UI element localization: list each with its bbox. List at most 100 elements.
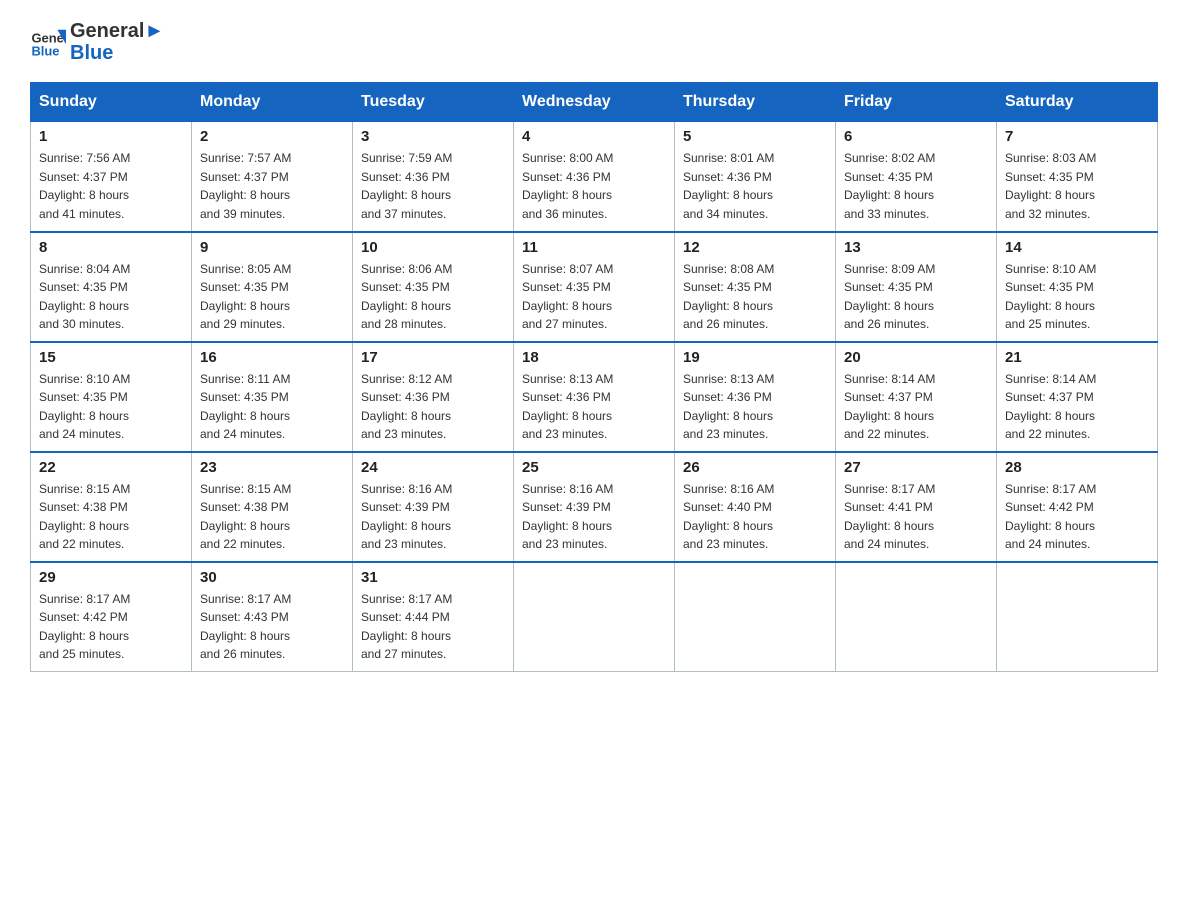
col-header-thursday: Thursday [675, 83, 836, 122]
day-info: Sunrise: 8:10 AMSunset: 4:35 PMDaylight:… [1005, 260, 1149, 334]
day-number: 29 [39, 569, 183, 586]
day-info: Sunrise: 8:10 AMSunset: 4:35 PMDaylight:… [39, 370, 183, 444]
calendar-cell [514, 562, 675, 672]
day-number: 22 [39, 459, 183, 476]
day-info: Sunrise: 8:13 AMSunset: 4:36 PMDaylight:… [683, 370, 827, 444]
calendar-cell [836, 562, 997, 672]
calendar-cell: 28 Sunrise: 8:17 AMSunset: 4:42 PMDaylig… [997, 452, 1158, 562]
day-info: Sunrise: 8:17 AMSunset: 4:42 PMDaylight:… [1005, 480, 1149, 554]
day-info: Sunrise: 8:12 AMSunset: 4:36 PMDaylight:… [361, 370, 505, 444]
calendar-cell: 19 Sunrise: 8:13 AMSunset: 4:36 PMDaylig… [675, 342, 836, 452]
day-number: 3 [361, 128, 505, 145]
calendar-cell: 2 Sunrise: 7:57 AMSunset: 4:37 PMDayligh… [192, 122, 353, 232]
day-number: 25 [522, 459, 666, 476]
day-info: Sunrise: 8:02 AMSunset: 4:35 PMDaylight:… [844, 149, 988, 223]
day-number: 9 [200, 239, 344, 256]
day-number: 28 [1005, 459, 1149, 476]
day-info: Sunrise: 8:17 AMSunset: 4:43 PMDaylight:… [200, 590, 344, 664]
logo-blue: Blue [70, 42, 164, 64]
day-number: 7 [1005, 128, 1149, 145]
calendar-cell: 15 Sunrise: 8:10 AMSunset: 4:35 PMDaylig… [31, 342, 192, 452]
col-header-friday: Friday [836, 83, 997, 122]
day-info: Sunrise: 8:15 AMSunset: 4:38 PMDaylight:… [39, 480, 183, 554]
day-number: 5 [683, 128, 827, 145]
calendar-cell: 17 Sunrise: 8:12 AMSunset: 4:36 PMDaylig… [353, 342, 514, 452]
calendar-cell: 5 Sunrise: 8:01 AMSunset: 4:36 PMDayligh… [675, 122, 836, 232]
col-header-tuesday: Tuesday [353, 83, 514, 122]
day-info: Sunrise: 8:17 AMSunset: 4:42 PMDaylight:… [39, 590, 183, 664]
day-number: 26 [683, 459, 827, 476]
calendar-cell: 11 Sunrise: 8:07 AMSunset: 4:35 PMDaylig… [514, 232, 675, 342]
col-header-wednesday: Wednesday [514, 83, 675, 122]
calendar-week-row: 8 Sunrise: 8:04 AMSunset: 4:35 PMDayligh… [31, 232, 1158, 342]
day-number: 21 [1005, 349, 1149, 366]
calendar-cell: 21 Sunrise: 8:14 AMSunset: 4:37 PMDaylig… [997, 342, 1158, 452]
col-header-saturday: Saturday [997, 83, 1158, 122]
page-header: General Blue General► Blue [30, 20, 1158, 64]
calendar-cell: 23 Sunrise: 8:15 AMSunset: 4:38 PMDaylig… [192, 452, 353, 562]
day-number: 2 [200, 128, 344, 145]
calendar-cell: 6 Sunrise: 8:02 AMSunset: 4:35 PMDayligh… [836, 122, 997, 232]
day-number: 19 [683, 349, 827, 366]
day-number: 18 [522, 349, 666, 366]
day-info: Sunrise: 8:05 AMSunset: 4:35 PMDaylight:… [200, 260, 344, 334]
day-number: 24 [361, 459, 505, 476]
calendar-cell: 18 Sunrise: 8:13 AMSunset: 4:36 PMDaylig… [514, 342, 675, 452]
calendar-cell: 13 Sunrise: 8:09 AMSunset: 4:35 PMDaylig… [836, 232, 997, 342]
calendar-cell: 26 Sunrise: 8:16 AMSunset: 4:40 PMDaylig… [675, 452, 836, 562]
day-number: 11 [522, 239, 666, 256]
calendar-cell: 29 Sunrise: 8:17 AMSunset: 4:42 PMDaylig… [31, 562, 192, 672]
day-number: 1 [39, 128, 183, 145]
calendar-cell: 31 Sunrise: 8:17 AMSunset: 4:44 PMDaylig… [353, 562, 514, 672]
day-info: Sunrise: 8:09 AMSunset: 4:35 PMDaylight:… [844, 260, 988, 334]
calendar-cell: 27 Sunrise: 8:17 AMSunset: 4:41 PMDaylig… [836, 452, 997, 562]
calendar-cell: 16 Sunrise: 8:11 AMSunset: 4:35 PMDaylig… [192, 342, 353, 452]
day-info: Sunrise: 8:13 AMSunset: 4:36 PMDaylight:… [522, 370, 666, 444]
calendar-cell [997, 562, 1158, 672]
day-number: 4 [522, 128, 666, 145]
day-info: Sunrise: 8:06 AMSunset: 4:35 PMDaylight:… [361, 260, 505, 334]
calendar-week-row: 29 Sunrise: 8:17 AMSunset: 4:42 PMDaylig… [31, 562, 1158, 672]
day-number: 12 [683, 239, 827, 256]
day-number: 23 [200, 459, 344, 476]
calendar-week-row: 15 Sunrise: 8:10 AMSunset: 4:35 PMDaylig… [31, 342, 1158, 452]
day-info: Sunrise: 8:14 AMSunset: 4:37 PMDaylight:… [1005, 370, 1149, 444]
day-number: 10 [361, 239, 505, 256]
day-info: Sunrise: 7:56 AMSunset: 4:37 PMDaylight:… [39, 149, 183, 223]
calendar-table: SundayMondayTuesdayWednesdayThursdayFrid… [30, 82, 1158, 672]
calendar-cell: 3 Sunrise: 7:59 AMSunset: 4:36 PMDayligh… [353, 122, 514, 232]
logo-general: General► [70, 20, 164, 42]
calendar-cell: 1 Sunrise: 7:56 AMSunset: 4:37 PMDayligh… [31, 122, 192, 232]
day-number: 27 [844, 459, 988, 476]
col-header-monday: Monday [192, 83, 353, 122]
day-number: 6 [844, 128, 988, 145]
calendar-cell: 8 Sunrise: 8:04 AMSunset: 4:35 PMDayligh… [31, 232, 192, 342]
logo-icon: General Blue [30, 24, 66, 60]
calendar-cell: 14 Sunrise: 8:10 AMSunset: 4:35 PMDaylig… [997, 232, 1158, 342]
calendar-cell: 4 Sunrise: 8:00 AMSunset: 4:36 PMDayligh… [514, 122, 675, 232]
calendar-cell: 9 Sunrise: 8:05 AMSunset: 4:35 PMDayligh… [192, 232, 353, 342]
calendar-cell: 20 Sunrise: 8:14 AMSunset: 4:37 PMDaylig… [836, 342, 997, 452]
calendar-cell: 30 Sunrise: 8:17 AMSunset: 4:43 PMDaylig… [192, 562, 353, 672]
day-info: Sunrise: 8:01 AMSunset: 4:36 PMDaylight:… [683, 149, 827, 223]
logo: General Blue General► Blue [30, 20, 164, 64]
day-info: Sunrise: 8:14 AMSunset: 4:37 PMDaylight:… [844, 370, 988, 444]
day-number: 15 [39, 349, 183, 366]
day-info: Sunrise: 8:07 AMSunset: 4:35 PMDaylight:… [522, 260, 666, 334]
svg-text:Blue: Blue [31, 44, 59, 59]
day-info: Sunrise: 8:11 AMSunset: 4:35 PMDaylight:… [200, 370, 344, 444]
day-info: Sunrise: 8:00 AMSunset: 4:36 PMDaylight:… [522, 149, 666, 223]
calendar-cell: 25 Sunrise: 8:16 AMSunset: 4:39 PMDaylig… [514, 452, 675, 562]
calendar-week-row: 22 Sunrise: 8:15 AMSunset: 4:38 PMDaylig… [31, 452, 1158, 562]
day-info: Sunrise: 8:17 AMSunset: 4:41 PMDaylight:… [844, 480, 988, 554]
calendar-week-row: 1 Sunrise: 7:56 AMSunset: 4:37 PMDayligh… [31, 122, 1158, 232]
calendar-header-row: SundayMondayTuesdayWednesdayThursdayFrid… [31, 83, 1158, 122]
day-info: Sunrise: 8:04 AMSunset: 4:35 PMDaylight:… [39, 260, 183, 334]
day-info: Sunrise: 8:16 AMSunset: 4:39 PMDaylight:… [361, 480, 505, 554]
day-number: 16 [200, 349, 344, 366]
day-number: 14 [1005, 239, 1149, 256]
day-number: 8 [39, 239, 183, 256]
day-number: 13 [844, 239, 988, 256]
calendar-cell [675, 562, 836, 672]
day-info: Sunrise: 8:15 AMSunset: 4:38 PMDaylight:… [200, 480, 344, 554]
